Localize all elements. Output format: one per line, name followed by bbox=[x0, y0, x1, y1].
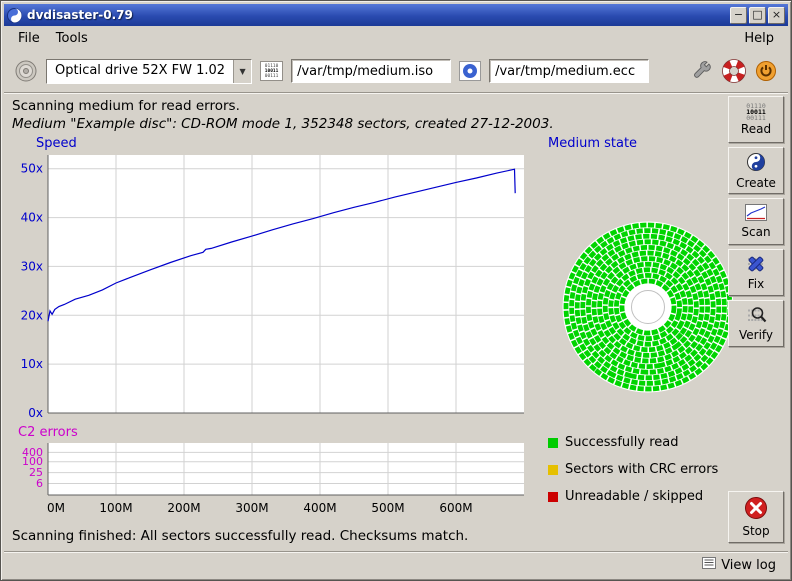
app-icon bbox=[7, 8, 22, 23]
menubar: File Tools Help bbox=[4, 26, 788, 50]
maximize-button[interactable]: □ bbox=[749, 7, 766, 24]
verify-magnifier-icon bbox=[745, 306, 767, 327]
fix-button-label: Fix bbox=[748, 277, 764, 291]
bottombar: View log bbox=[4, 553, 788, 577]
svg-text:10x: 10x bbox=[21, 357, 43, 371]
iso-file-icon: 01110 10011 00111 bbox=[260, 61, 283, 81]
medium-state-panel: Medium state Successfully read Sectors w… bbox=[536, 132, 748, 551]
legend-swatch-red bbox=[548, 492, 558, 502]
svg-text:400M: 400M bbox=[303, 501, 336, 515]
scan-chart-icon bbox=[745, 204, 767, 224]
read-button-label: Read bbox=[741, 122, 771, 136]
drive-selector[interactable]: Optical drive 52X FW 1.02 ▼ bbox=[46, 59, 252, 84]
close-button[interactable]: × bbox=[768, 7, 785, 24]
verify-button-label: Verify bbox=[739, 328, 773, 342]
create-button-label: Create bbox=[736, 176, 776, 190]
speed-chart-title: Speed bbox=[36, 136, 536, 151]
ecc-path-input[interactable] bbox=[489, 59, 649, 83]
read-button[interactable]: 01110 10011 00111 Read bbox=[728, 96, 784, 143]
chevron-down-icon[interactable]: ▼ bbox=[233, 60, 251, 83]
charts-row: Speed 50x40x30x20x10x0x C2 errors 400100… bbox=[12, 132, 724, 551]
scan-button[interactable]: Scan bbox=[728, 198, 784, 245]
yin-yang-icon bbox=[746, 152, 766, 175]
fix-button[interactable]: Fix bbox=[728, 249, 784, 296]
ecc-file-icon bbox=[459, 61, 481, 81]
legend-swatch-green bbox=[548, 438, 558, 448]
c2-chart-title: C2 errors bbox=[18, 425, 536, 440]
main-area: Scanning medium for read errors. Medium … bbox=[4, 94, 788, 551]
legend-label-read: Successfully read bbox=[565, 435, 678, 450]
iso-path-input[interactable] bbox=[291, 59, 451, 83]
titlebar[interactable]: dvdisaster-0.79 − □ × bbox=[4, 4, 788, 26]
legend-label-crc: Sectors with CRC errors bbox=[565, 462, 718, 477]
stop-button-label: Stop bbox=[742, 524, 769, 538]
legend-item-unreadable: Unreadable / skipped bbox=[548, 489, 748, 504]
medium-state-disc bbox=[548, 207, 748, 411]
view-log-label: View log bbox=[721, 558, 776, 573]
action-sidebar: 01110 10011 00111 Read Create Scan bbox=[724, 94, 788, 551]
medium-state-title: Medium state bbox=[548, 136, 748, 151]
svg-text:100M: 100M bbox=[99, 501, 132, 515]
legend-label-unreadable: Unreadable / skipped bbox=[565, 489, 703, 504]
legend-swatch-yellow bbox=[548, 465, 558, 475]
stop-button[interactable]: Stop bbox=[728, 491, 784, 543]
view-log-button[interactable]: View log bbox=[698, 556, 780, 574]
status-line2: Medium "Example disc": CD-ROM mode 1, 35… bbox=[12, 116, 724, 132]
svg-text:50x: 50x bbox=[21, 162, 43, 176]
status-line1: Scanning medium for read errors. bbox=[12, 98, 724, 114]
binary-icon: 01110 10011 00111 bbox=[746, 103, 766, 121]
svg-text:0x: 0x bbox=[28, 406, 43, 419]
svg-text:40x: 40x bbox=[21, 211, 43, 225]
create-button[interactable]: Create bbox=[728, 147, 784, 194]
verify-button[interactable]: Verify bbox=[728, 300, 784, 347]
svg-text:0M: 0M bbox=[47, 501, 65, 515]
preferences-wrench-icon[interactable] bbox=[690, 59, 714, 83]
quit-power-icon[interactable] bbox=[754, 59, 778, 83]
content-area: Scanning medium for read errors. Medium … bbox=[4, 94, 724, 551]
menu-file[interactable]: File bbox=[10, 29, 48, 48]
legend-item-read: Successfully read bbox=[548, 435, 748, 450]
svg-text:200M: 200M bbox=[167, 501, 200, 515]
menu-tools[interactable]: Tools bbox=[48, 29, 96, 48]
svg-text:600M: 600M bbox=[439, 501, 472, 515]
drive-icon[interactable] bbox=[14, 59, 38, 83]
log-icon bbox=[702, 557, 716, 573]
minimize-button[interactable]: − bbox=[730, 7, 747, 24]
charts-column: Speed 50x40x30x20x10x0x C2 errors 400100… bbox=[12, 132, 536, 551]
help-lifebuoy-icon[interactable] bbox=[722, 59, 746, 83]
legend-item-crc: Sectors with CRC errors bbox=[548, 462, 748, 477]
scan-button-label: Scan bbox=[741, 225, 770, 239]
toolbar: Optical drive 52X FW 1.02 ▼ 01110 10011 … bbox=[4, 50, 788, 92]
window-title: dvdisaster-0.79 bbox=[27, 8, 725, 22]
app-window: dvdisaster-0.79 − □ × File Tools Help Op… bbox=[0, 0, 792, 581]
c2-errors-chart: 4001002560M100M200M300M400M500M600M bbox=[12, 440, 536, 522]
speed-chart: 50x 40x 30x 20x 10x 0x bbox=[12, 151, 536, 423]
svg-text:500M: 500M bbox=[371, 501, 404, 515]
medium-state-legend: Successfully read Sectors with CRC error… bbox=[548, 435, 748, 504]
menu-help[interactable]: Help bbox=[736, 29, 782, 48]
result-message: Scanning finished: All sectors successfu… bbox=[12, 528, 536, 544]
svg-text:6: 6 bbox=[36, 477, 43, 490]
svg-text:20x: 20x bbox=[21, 308, 43, 322]
svg-text:300M: 300M bbox=[235, 501, 268, 515]
svg-text:30x: 30x bbox=[21, 259, 43, 273]
drive-selector-value: Optical drive 52X FW 1.02 bbox=[47, 60, 233, 83]
stop-icon bbox=[744, 496, 768, 523]
fix-patch-icon bbox=[745, 255, 767, 276]
